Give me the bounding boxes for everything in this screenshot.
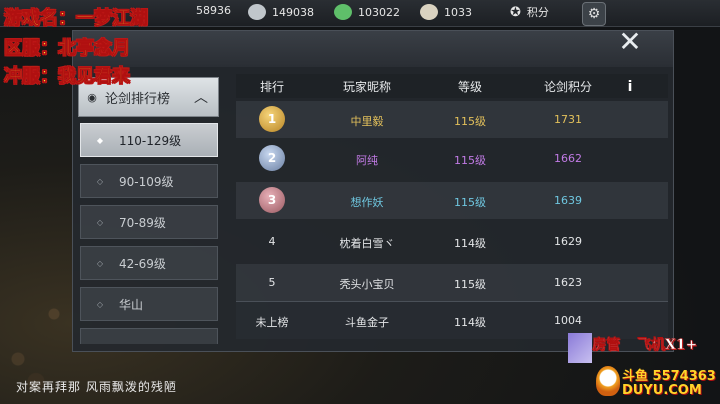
close-icon[interactable]: ✕ (615, 28, 645, 56)
table-row[interactable]: 4 枕着白雪ヾ 114级 1629 (236, 223, 668, 260)
player-rank: 5 (268, 276, 276, 289)
player-level: 114级 (454, 316, 486, 329)
header-level: 等级 (457, 79, 482, 94)
player-level: 115级 (454, 154, 486, 167)
resource-3: 103022 (334, 4, 400, 20)
player-name: 想作妖 (350, 196, 384, 209)
table-row[interactable]: 5 秃头小宝贝 115级 1623 (236, 264, 668, 301)
room-manager-label: 房管 (592, 337, 620, 353)
plane-label: 飞机X1+ (636, 337, 698, 353)
table-row[interactable]: 2 阿纯 115级 1662 (236, 140, 668, 177)
tab-label: 70-89级 (119, 215, 166, 230)
resource-4-value: 1033 (444, 5, 472, 19)
info-icon[interactable]: i (620, 77, 640, 97)
diamond-icon: ◇ (96, 217, 104, 227)
tab-label: 华山 (119, 297, 144, 312)
header-rank: 排行 (259, 79, 284, 94)
resource-1: 58936 (196, 4, 231, 17)
player-score: 1629 (554, 235, 582, 248)
panel-header (73, 31, 673, 67)
tab-huashan[interactable]: ◇ 华山 (80, 287, 218, 321)
resource-4: 1033 (420, 4, 472, 20)
bronze-medal-icon: 3 (259, 187, 285, 213)
player-name: 阿纯 (356, 154, 378, 167)
points-label: 积分 (526, 6, 549, 19)
player-score: 1639 (554, 194, 582, 207)
gold-medal-icon: 1 (259, 106, 285, 132)
tab-90-109[interactable]: ◇ 90-109级 (80, 164, 218, 198)
player-level: 114级 (454, 237, 486, 250)
settings-gear-icon[interactable]: ⚙ (582, 2, 606, 26)
tab-partial[interactable] (80, 328, 218, 344)
header-score: 论剑积分 (543, 79, 592, 94)
player-name: 秃头小宝贝 (339, 278, 395, 291)
eye-icon: ◉ (87, 90, 97, 104)
tab-label: 42-69级 (119, 256, 166, 271)
table-row[interactable]: 1 中里毅 115级 1731 (236, 101, 668, 138)
player-rank: 4 (268, 235, 276, 248)
tab-label: 110-129级 (119, 133, 182, 148)
diamond-icon: ◇ (96, 299, 104, 309)
chevron-up-icon: ︿ (194, 90, 208, 106)
player-name: 斗鱼金子 (345, 316, 389, 329)
douyu-fish-logo (596, 366, 620, 396)
gold-ingot-icon (420, 4, 438, 20)
player-name: 枕着白雪ヾ (339, 237, 395, 250)
player-name: 中里毅 (350, 115, 384, 128)
tab-42-69[interactable]: ◇ 42-69级 (80, 246, 218, 280)
resource-2: 149038 (248, 4, 314, 20)
player-score: 1623 (554, 276, 582, 289)
tab-110-129[interactable]: ◆ 110-129级 (80, 123, 218, 157)
points-button[interactable]: ✪ 积分 (510, 4, 549, 20)
resource-3-value: 103022 (358, 5, 400, 19)
tab-label: 90-109级 (119, 174, 174, 189)
player-score: 1004 (554, 314, 582, 327)
player-rank: 未上榜 (255, 316, 289, 329)
douyu-url: DUYU.COM (622, 383, 702, 398)
overlay-rush-server: 冲服：我见君来 (4, 66, 131, 88)
ranking-table-header: 排行 玩家昵称 等级 论剑积分 (236, 74, 668, 98)
silver-medal-icon: 2 (259, 145, 285, 171)
overlay-server: 区服：北亭念月 (4, 38, 131, 60)
table-row[interactable]: 3 想作妖 115级 1639 (236, 182, 668, 219)
jade-leaf-icon (334, 4, 352, 20)
silver-ingot-icon (248, 4, 266, 20)
player-score: 1662 (554, 152, 582, 165)
header-player-name: 玩家昵称 (342, 79, 391, 94)
scene-caption: 对案再拜那 风雨飘泼的残陋 (16, 380, 177, 394)
diamond-icon: ◇ (96, 176, 104, 186)
category-dropdown-label: 论剑排行榜 (105, 91, 171, 107)
player-level: 115级 (454, 278, 486, 291)
overlay-game-name: 游戏名：一梦江湖 (4, 8, 149, 30)
diamond-icon: ◇ (96, 258, 104, 268)
room-manager-avatar (568, 333, 592, 363)
player-score: 1731 (554, 113, 582, 126)
points-icon: ✪ (510, 4, 521, 20)
resource-2-value: 149038 (272, 5, 314, 19)
resource-1-value: 58936 (196, 4, 231, 17)
player-level: 115级 (454, 196, 486, 209)
tab-70-89[interactable]: ◇ 70-89级 (80, 205, 218, 239)
player-level: 115级 (454, 115, 486, 128)
room-manager-banner: 房管 飞机X1+ (592, 334, 698, 354)
douyu-room-id: 斗鱼 5574363 (622, 369, 716, 384)
diamond-icon: ◆ (96, 135, 104, 145)
